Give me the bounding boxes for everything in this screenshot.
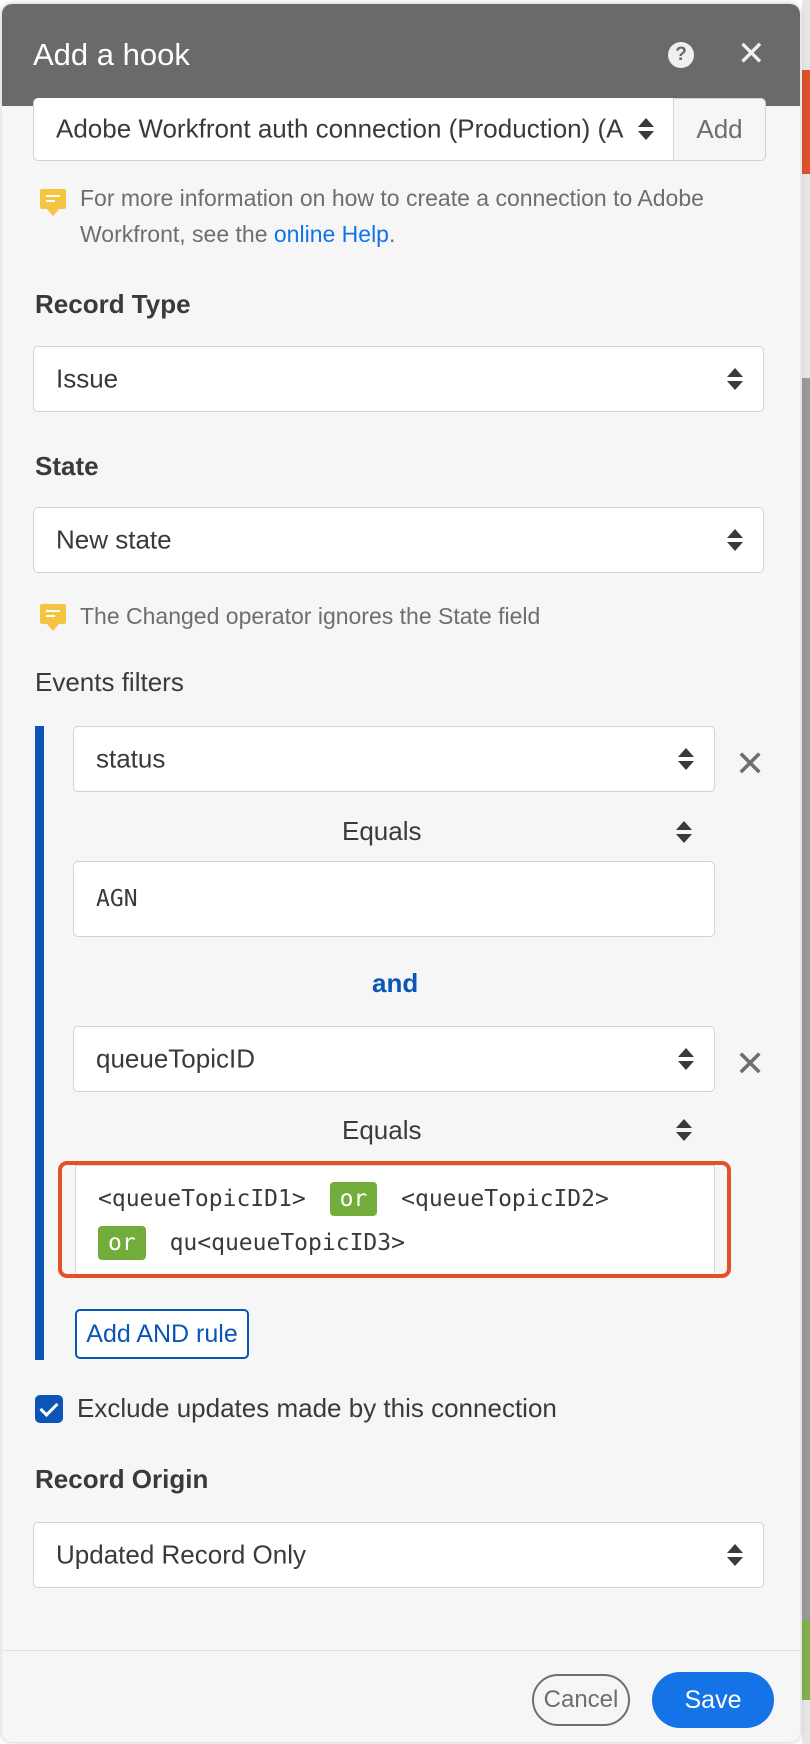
updown-arrows-icon: [727, 528, 743, 552]
remove-rule-icon[interactable]: ✕: [735, 744, 765, 784]
filter-value-text: AGN: [96, 886, 138, 912]
exclude-updates-label: Exclude updates made by this connection: [77, 1393, 557, 1423]
updown-arrows-icon: [727, 1543, 743, 1567]
filter-field-select-status[interactable]: status: [73, 726, 715, 792]
events-filters-label: Events filters: [35, 667, 184, 697]
highlight-annotation: [58, 1161, 731, 1278]
close-icon[interactable]: ✕: [737, 34, 766, 74]
exclude-updates-checkbox[interactable]: [35, 1395, 63, 1423]
note-icon: [40, 604, 66, 631]
updown-arrows-icon: [678, 1047, 694, 1071]
connection-select[interactable]: Adobe Workfront auth connection (Product…: [33, 98, 675, 161]
operator-arrows-icon[interactable]: [676, 1118, 692, 1142]
footer-divider: [2, 1650, 800, 1651]
operator-select[interactable]: Equals: [342, 816, 422, 847]
updown-arrows-icon: [678, 747, 694, 771]
add-hook-dialog: Add a hook ? ✕ Adobe Workfront auth conn…: [2, 4, 800, 1742]
save-button[interactable]: Save: [652, 1672, 774, 1728]
background-accent-green: [802, 1620, 810, 1700]
add-and-rule-button[interactable]: Add AND rule: [75, 1309, 249, 1359]
add-connection-button[interactable]: Add: [673, 98, 766, 161]
state-select[interactable]: New state: [33, 507, 764, 573]
record-origin-select[interactable]: Updated Record Only: [33, 1522, 764, 1588]
cancel-button[interactable]: Cancel: [532, 1674, 630, 1726]
updown-arrows-icon: [638, 117, 654, 141]
updown-arrows-icon: [727, 367, 743, 391]
state-label: State: [35, 451, 99, 481]
filter-group-bar: [35, 726, 44, 1360]
filter-field-select-queuetopicid[interactable]: queueTopicID: [73, 1026, 715, 1092]
operator-select[interactable]: Equals: [342, 1115, 422, 1146]
note-icon: [40, 189, 66, 216]
online-help-link[interactable]: online Help: [274, 221, 389, 247]
remove-rule-icon[interactable]: ✕: [735, 1044, 765, 1084]
filter-field-value: status: [96, 743, 166, 774]
record-origin-value: Updated Record Only: [56, 1539, 307, 1570]
record-type-select[interactable]: Issue: [33, 346, 764, 412]
dialog-title: Add a hook: [33, 37, 190, 72]
operator-arrows-icon[interactable]: [676, 820, 692, 844]
dialog-header: Add a hook ? ✕: [2, 4, 800, 106]
state-note: The Changed operator ignores the State f…: [80, 603, 541, 629]
and-conjunction: and: [372, 968, 419, 998]
help-icon[interactable]: ?: [668, 42, 694, 68]
filter-value-input[interactable]: AGN: [73, 861, 715, 937]
connection-select-value: Adobe Workfront auth connection (Product…: [56, 113, 624, 144]
background-accent: [802, 70, 810, 174]
state-value: New state: [56, 524, 172, 555]
record-origin-label: Record Origin: [35, 1464, 209, 1494]
connection-help-note: For more information on how to create a …: [80, 185, 704, 247]
record-type-label: Record Type: [35, 289, 191, 319]
filter-field-value: queueTopicID: [96, 1043, 255, 1074]
scrollbar-thumb[interactable]: [802, 378, 810, 1648]
record-type-value: Issue: [56, 363, 119, 394]
